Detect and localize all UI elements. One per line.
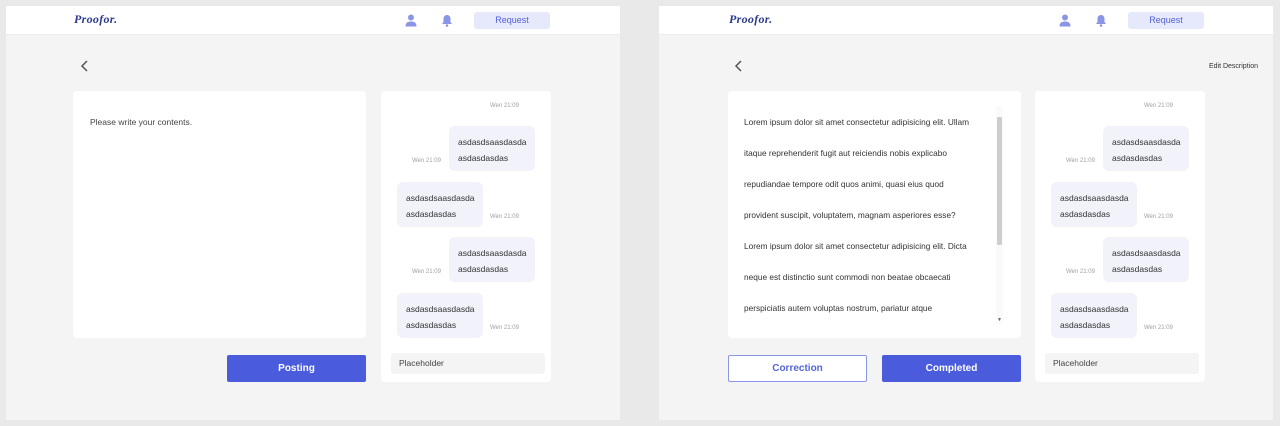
description-scrollbar[interactable]: ▼ <box>996 107 1003 324</box>
bell-icon[interactable] <box>1095 14 1107 27</box>
top-nav: Proofor. Request <box>6 6 620 35</box>
user-icon[interactable] <box>1059 14 1071 27</box>
description-line: provident suscipit, voluptatem, magnam a… <box>744 210 956 220</box>
description-line: Lorem ipsum dolor sit amet consectetur a… <box>744 117 970 127</box>
chat-panel: Wen 21:09 asdasdsaasdasda asdasdasdas We… <box>381 91 551 382</box>
back-chevron-icon[interactable] <box>732 59 746 73</box>
description-line: neque est distinctio sunt commodi non be… <box>744 272 951 282</box>
message-text: asdasdasdas <box>1060 320 1111 330</box>
message-text: asdasdsaasdasda <box>1112 248 1181 258</box>
description-line: itaque reprehenderit fugit aut reiciendi… <box>744 148 947 158</box>
scroll-down-arrow-icon[interactable]: ▼ <box>997 318 1002 323</box>
logo[interactable]: Proofor. <box>74 12 117 27</box>
message-text: asdasdsaasdasda <box>458 137 527 147</box>
chat-bubble-received: asdasdsaasdasda asdasdasdas <box>1051 293 1137 338</box>
message-text: asdasdsaasdasda <box>1112 137 1181 147</box>
message-text: asdasdsaasdasda <box>406 193 475 203</box>
description-line: repudiandae tempore odit quos animi, qua… <box>744 179 944 189</box>
message-text: asdasdasdas <box>1060 209 1111 219</box>
message-timestamp: Wen 21:09 <box>412 158 441 164</box>
chat-bubble-sent: asdasdsaasdasda asdasdasdas <box>449 237 535 282</box>
message-text: asdasdasdas <box>406 320 457 330</box>
message-text: asdasdasdas <box>406 209 457 219</box>
message-timestamp: Wen 21:09 <box>412 269 441 275</box>
message-timestamp: Wen 21:09 <box>490 325 519 331</box>
message-text: asdasdsaasdasda <box>458 248 527 258</box>
description-line: Lorem ipsum dolor sit amet consectetur a… <box>744 241 967 251</box>
message-timestamp: Wen 21:09 <box>490 214 519 220</box>
chat-input[interactable]: Placeholder <box>1045 353 1199 374</box>
message-timestamp: Wen 21:09 <box>1066 158 1095 164</box>
review-screen: Proofor. Request Edit Description Lorem … <box>659 6 1273 420</box>
correction-button[interactable]: Correction <box>728 355 867 382</box>
editor-placeholder: Please write your contents. <box>90 117 193 127</box>
edit-description-link[interactable]: Edit Description <box>1209 63 1258 70</box>
request-button[interactable]: Request <box>1128 12 1204 29</box>
content-editor[interactable]: Please write your contents. <box>73 91 366 338</box>
message-text: asdasdsaasdasda <box>406 304 475 314</box>
message-text: asdasdasdas <box>1112 264 1163 274</box>
message-timestamp: Wen 21:09 <box>490 103 519 109</box>
request-button[interactable]: Request <box>474 12 550 29</box>
chat-bubble-sent: asdasdsaasdasda asdasdasdas <box>1103 126 1189 171</box>
back-chevron-icon[interactable] <box>78 59 92 73</box>
posting-screen: Proofor. Request Please write your conte… <box>6 6 620 420</box>
description-viewer: Lorem ipsum dolor sit amet consectetur a… <box>728 91 1021 338</box>
description-text: Lorem ipsum dolor sit amet consectetur a… <box>744 107 992 324</box>
message-text: asdasdsaasdasda <box>1060 193 1129 203</box>
user-icon[interactable] <box>405 14 417 27</box>
chat-bubble-sent: asdasdsaasdasda asdasdasdas <box>449 126 535 171</box>
logo[interactable]: Proofor. <box>729 12 772 27</box>
message-timestamp: Wen 21:09 <box>1144 103 1173 109</box>
bell-icon[interactable] <box>441 14 453 27</box>
chat-panel: Wen 21:09 asdasdsaasdasda asdasdasdas We… <box>1035 91 1205 382</box>
message-text: asdasdasdas <box>458 264 509 274</box>
completed-button[interactable]: Completed <box>882 355 1021 382</box>
message-timestamp: Wen 21:09 <box>1144 325 1173 331</box>
chat-bubble-sent: asdasdsaasdasda asdasdasdas <box>1103 237 1189 282</box>
chat-bubble-received: asdasdsaasdasda asdasdasdas <box>397 293 483 338</box>
chat-input[interactable]: Placeholder <box>391 353 545 374</box>
message-timestamp: Wen 21:09 <box>1066 269 1095 275</box>
message-text: asdasdsaasdasda <box>1060 304 1129 314</box>
chat-bubble-received: asdasdsaasdasda asdasdasdas <box>1051 182 1137 227</box>
chat-bubble-received: asdasdsaasdasda asdasdasdas <box>397 182 483 227</box>
message-timestamp: Wen 21:09 <box>1144 214 1173 220</box>
top-nav: Proofor. Request <box>659 6 1273 35</box>
description-line: perspiciatis autem voluptas nostrum, par… <box>744 303 933 313</box>
posting-button[interactable]: Posting <box>227 355 366 382</box>
scrollbar-thumb[interactable] <box>997 117 1002 245</box>
message-text: asdasdasdas <box>458 153 509 163</box>
message-text: asdasdasdas <box>1112 153 1163 163</box>
